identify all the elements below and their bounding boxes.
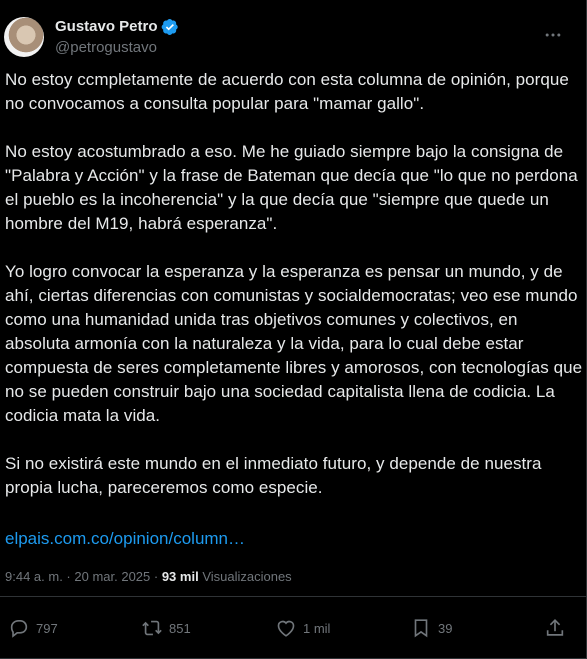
tweet-paragraph: No estoy acostumbrado a eso. Me he guiad… bbox=[5, 142, 578, 233]
reply-count: 797 bbox=[36, 620, 58, 636]
views-label: Visualizaciones bbox=[202, 569, 292, 584]
tweet-text: No estoy ccmpletamente de acuerdo con es… bbox=[5, 68, 583, 524]
heart-icon bbox=[277, 620, 295, 637]
more-options-icon[interactable] bbox=[540, 25, 566, 45]
share-icon bbox=[546, 619, 564, 636]
verified-badge-icon[interactable] bbox=[161, 18, 179, 36]
tweet-paragraph: Si no existirá este mundo en el inmediat… bbox=[5, 454, 542, 497]
tweet-paragraph: Yo logro convocar la esperanza y la espe… bbox=[5, 262, 583, 425]
views-count: 93 mil bbox=[161, 569, 199, 584]
tweet-detail: Gustavo Petro @petrogustavo No estoy ccm… bbox=[0, 0, 587, 659]
author-info: Gustavo Petro @petrogustavo bbox=[55, 17, 179, 58]
tweet-header: Gustavo Petro @petrogustavo bbox=[4, 13, 586, 61]
article-link[interactable]: elpais.com.co/opinion/column… bbox=[5, 527, 245, 551]
repost-button[interactable]: 851 bbox=[141, 610, 191, 646]
tweet-time[interactable]: 9:44 a. m. bbox=[5, 567, 63, 587]
like-button[interactable]: 1 mil bbox=[275, 610, 330, 646]
author-name[interactable]: Gustavo Petro bbox=[55, 17, 158, 37]
tweet-actions: 797 851 1 mil 39 bbox=[0, 610, 587, 646]
bookmark-icon bbox=[414, 619, 428, 638]
tweet-date[interactable]: 20 mar. 2025 bbox=[74, 567, 150, 587]
share-button[interactable] bbox=[544, 610, 566, 646]
like-count: 1 mil bbox=[303, 620, 331, 636]
tweet-paragraph: No estoy ccmpletamente de acuerdo con es… bbox=[5, 70, 569, 113]
tweet-metadata: 9:44 a. m. · 20 mar. 2025 · 93 mil Visua… bbox=[5, 567, 292, 587]
reply-icon bbox=[10, 620, 28, 638]
author-name-row: Gustavo Petro bbox=[55, 17, 179, 37]
author-handle[interactable]: @petrogustavo bbox=[55, 38, 179, 58]
repost-icon bbox=[142, 620, 162, 636]
avatar[interactable] bbox=[4, 17, 44, 57]
bookmark-button[interactable]: 39 bbox=[410, 610, 452, 646]
reply-button[interactable]: 797 bbox=[8, 610, 58, 646]
repost-count: 851 bbox=[169, 620, 191, 636]
divider bbox=[0, 596, 586, 597]
meta-separator: · bbox=[150, 569, 162, 584]
meta-separator: · bbox=[62, 569, 75, 584]
bookmark-count: 39 bbox=[438, 620, 453, 636]
